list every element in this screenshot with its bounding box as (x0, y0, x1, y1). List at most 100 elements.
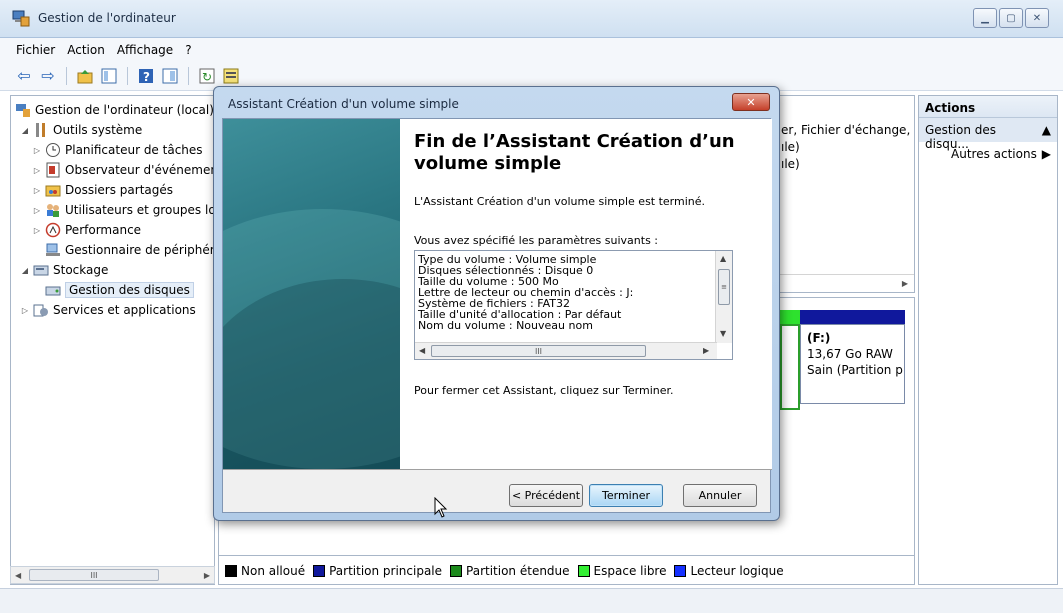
legend-swatch-unallocated (225, 565, 237, 577)
legend-swatch-primary (313, 565, 326, 577)
menu-affichage[interactable]: Affichage (117, 43, 173, 57)
wizard-divider (223, 469, 772, 470)
expand-arrow-icon[interactable]: ▷ (31, 186, 43, 195)
listbox-vertical-scrollbar[interactable]: ▲ ≡ ▼ (715, 251, 732, 343)
tree-item-disk-management[interactable]: Gestion des disques (43, 280, 194, 300)
help-icon[interactable]: ? (136, 66, 156, 86)
tree-item-system-tools[interactable]: ◢ Outils système (19, 120, 142, 140)
tree-label: Planificateur de tâches (65, 143, 203, 157)
svg-text:?: ? (143, 70, 150, 84)
expand-arrow-icon[interactable]: ▷ (19, 306, 31, 315)
title-bar: Gestion de l'ordinateur ▁ ▢ ✕ (0, 0, 1063, 38)
menu-bar: Fichier Action Affichage ? (0, 38, 1063, 61)
maximize-button[interactable]: ▢ (999, 8, 1023, 28)
tree-label: Dossiers partagés (65, 183, 174, 197)
wizard-heading: Fin de l’Assistant Création d’un volume … (414, 131, 735, 174)
back-arrow-icon[interactable]: ⇦ (14, 66, 34, 86)
partition-f[interactable]: (F:) 13,67 Go RAW Sain (Partition p (800, 324, 905, 404)
volume-list-scrollbar[interactable]: ▶ (769, 274, 914, 292)
console-tree: Gestion de l'ordinateur (local) ◢ Outils… (10, 95, 215, 585)
collapse-arrow-icon[interactable]: ◢ (19, 266, 31, 275)
finish-button[interactable]: Terminer (589, 484, 663, 507)
actions-pane: Actions Gestion des disqu... ▲ Autres ac… (918, 95, 1058, 585)
minimize-button[interactable]: ▁ (973, 8, 997, 28)
scroll-right-arrow-icon[interactable]: ▶ (703, 346, 709, 355)
legend-swatch-free (577, 565, 590, 577)
menu-fichier[interactable]: Fichier (16, 43, 55, 57)
export-list-icon[interactable] (221, 66, 241, 86)
extended-partition-header (780, 310, 800, 324)
tree-item-device-manager[interactable]: Gestionnaire de périphériques (43, 240, 214, 260)
tree-item-event-viewer[interactable]: ▷ Observateur d'événements (31, 160, 214, 180)
menu-action[interactable]: Action (67, 43, 105, 57)
tree-item-computer-management[interactable]: Gestion de l'ordinateur (local) (13, 100, 214, 120)
partition-f-header (800, 310, 905, 324)
expand-arrow-icon[interactable]: ▷ (31, 226, 43, 235)
tree-item-storage[interactable]: ◢ Stockage (19, 260, 108, 280)
tools-icon (36, 123, 45, 137)
legend-separator (218, 555, 915, 556)
list-item: Nom du volume : Nouveau nom (418, 319, 593, 332)
menu-help[interactable]: ? (185, 43, 191, 57)
actions-header: Actions (919, 96, 1057, 118)
parameters-listbox[interactable]: Type du volume : Volume simple Disques s… (414, 250, 733, 360)
wizard-side-banner (223, 119, 400, 469)
scroll-right-arrow-icon[interactable]: ▶ (204, 571, 210, 580)
cancel-button[interactable]: Annuler (683, 484, 757, 507)
legend-label: Espace libre (593, 564, 667, 578)
more-actions-label: Autres actions (951, 147, 1037, 161)
tree-horizontal-scrollbar[interactable]: ◀ III ▶ (10, 566, 215, 584)
wizard-content: Fin de l’Assistant Création d’un volume … (400, 119, 772, 469)
wizard-completed-text: L'Assistant Création d'un volume simple … (414, 195, 706, 208)
toolbar-separator (188, 66, 189, 85)
mouse-cursor-icon (434, 497, 448, 518)
scroll-thumb[interactable]: ≡ (718, 269, 730, 305)
clock-icon (46, 143, 60, 157)
wizard-params-label: Vous avez spécifié les paramètres suivan… (414, 234, 659, 247)
scroll-left-arrow-icon[interactable]: ◀ (419, 346, 425, 355)
back-button[interactable]: < Précédent (509, 484, 583, 507)
extended-partition-box[interactable] (780, 324, 800, 410)
svg-text:↻: ↻ (202, 70, 212, 84)
up-folder-icon[interactable] (75, 66, 95, 86)
properties-icon[interactable] (160, 66, 180, 86)
legend: Non alloué Partition principale Partitio… (225, 562, 784, 580)
scroll-left-arrow-icon[interactable]: ◀ (15, 571, 21, 580)
tree-item-performance[interactable]: ▷ Performance (31, 220, 141, 240)
scroll-up-arrow-icon[interactable]: ▲ (720, 254, 726, 263)
scroll-thumb[interactable]: III (431, 345, 646, 357)
actions-section-disk-management[interactable]: Gestion des disqu... ▲ (919, 118, 1057, 151)
tree-item-shared-folders[interactable]: ▷ Dossiers partagés (31, 180, 173, 200)
tree-label: Gestionnaire de périphériques (65, 243, 214, 257)
expand-arrow-icon[interactable]: ▷ (31, 206, 43, 215)
expand-arrow-icon[interactable]: ▷ (31, 166, 43, 175)
tree-item-services-apps[interactable]: ▷ Services et applications (19, 300, 196, 320)
services-icon (33, 304, 48, 317)
listbox-horizontal-scrollbar[interactable]: ◀ III ▶ (415, 342, 717, 359)
window-title: Gestion de l'ordinateur (38, 11, 176, 25)
volume-list-text: ıle) (781, 140, 800, 154)
expand-arrow-icon[interactable]: ▷ (31, 146, 43, 155)
close-window-button[interactable]: ✕ (1025, 8, 1049, 28)
refresh-icon[interactable]: ↻ (197, 66, 217, 86)
scroll-thumb[interactable]: III (29, 569, 159, 581)
tree-label: Performance (65, 223, 142, 237)
device-manager-icon (46, 243, 60, 256)
dialog-close-button[interactable]: ✕ (732, 93, 770, 111)
legend-label: Partition principale (329, 564, 443, 578)
scroll-down-arrow-icon[interactable]: ▼ (720, 329, 726, 338)
wizard-dialog: Assistant Création d'un volume simple ✕ … (213, 86, 780, 521)
show-tree-icon[interactable] (99, 66, 119, 86)
collapse-arrow-icon[interactable]: ◢ (19, 126, 31, 135)
banner-wave (223, 279, 400, 469)
legend-label: Non alloué (241, 564, 306, 578)
partition-f-status: Sain (Partition p (807, 363, 903, 377)
tree-item-task-scheduler[interactable]: ▷ Planificateur de tâches (31, 140, 203, 160)
forward-arrow-icon[interactable]: ⇨ (38, 66, 58, 86)
tree-label: Gestion des disques (65, 282, 194, 298)
collapse-up-icon[interactable]: ▲ (1042, 123, 1051, 137)
tree-item-users-groups[interactable]: ▷ Utilisateurs et groupes locaux (31, 200, 214, 220)
partition-f-name: (F:) (807, 331, 831, 345)
volume-list-text: ıle) (781, 157, 800, 171)
toolbar-separator (66, 66, 67, 85)
